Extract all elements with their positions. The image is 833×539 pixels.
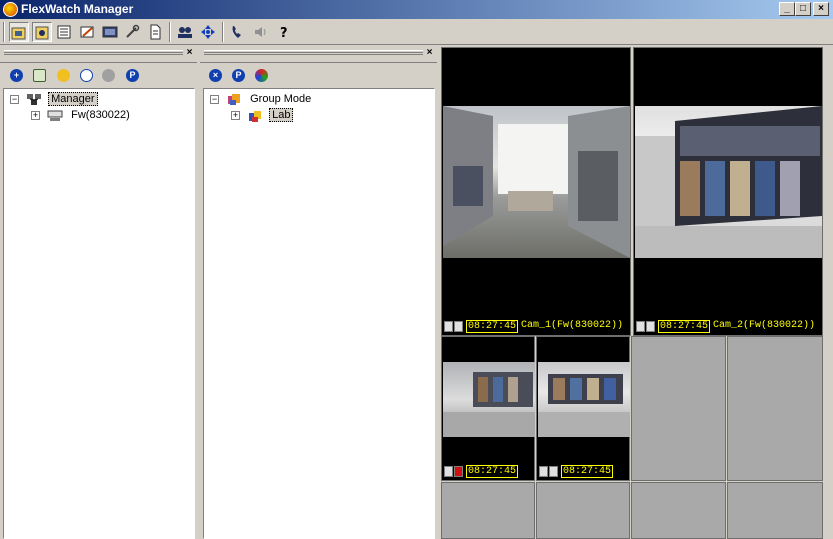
camera-feed <box>538 362 630 437</box>
toolbar-separator <box>222 22 224 42</box>
video-grid: 08:27:45 Cam_1(Fw(830022)) 08:27:45 Cam_2(… <box>438 46 833 539</box>
properties-icon[interactable]: P <box>126 69 139 82</box>
group-mode-icon[interactable] <box>32 22 52 42</box>
group-tree: − Group Mode + Lab <box>203 88 435 539</box>
record-icon[interactable] <box>444 321 453 332</box>
tree-node-lab[interactable]: + Lab <box>231 107 294 123</box>
cell-camera-name: Cam_1(Fw(830022)) <box>521 320 624 331</box>
sensor-icon[interactable] <box>549 466 558 477</box>
video-cell-empty[interactable] <box>536 482 630 539</box>
pane-close-button[interactable]: × <box>424 46 435 59</box>
cell-status-bar: 08:27:45 Cam_2(Fw(830022)) <box>636 320 820 333</box>
cell-camera-name: Cam_2(Fw(830022)) <box>713 320 816 331</box>
pane-grip[interactable] <box>204 50 423 55</box>
collapse-toggle[interactable]: − <box>10 94 19 104</box>
screen-icon[interactable] <box>100 22 120 42</box>
connect-icon[interactable] <box>102 69 115 82</box>
expand-toggle[interactable]: + <box>31 110 40 120</box>
title-bar: FlexWatch Manager _ □ × <box>0 0 833 19</box>
user-group-icon[interactable] <box>175 22 195 42</box>
camera-feed <box>443 362 535 437</box>
manager-icon <box>27 94 42 106</box>
collapse-toggle[interactable]: − <box>210 94 219 104</box>
sensor-icon[interactable] <box>646 321 655 332</box>
pane-close-button[interactable]: × <box>184 46 195 59</box>
minimize-button[interactable]: _ <box>779 2 795 16</box>
pane-toolbar: × P <box>200 62 437 88</box>
cell-status-bar: 08:27:45 <box>539 465 627 478</box>
toolbar-grip <box>3 22 5 42</box>
refresh-icon[interactable] <box>255 69 268 82</box>
video-cell-cam1[interactable]: 08:27:45 Cam_1(Fw(830022)) <box>441 47 631 336</box>
group-icon <box>249 111 262 123</box>
tools-icon[interactable] <box>122 22 142 42</box>
pane-header: × <box>200 46 437 60</box>
list-view-icon[interactable] <box>54 22 74 42</box>
camera-feed <box>635 106 822 258</box>
cell-time: 08:27:45 <box>466 320 519 333</box>
group-mode-icon <box>228 94 241 106</box>
video-frame-image <box>443 106 630 258</box>
delete-icon[interactable]: × <box>209 69 222 82</box>
tree-label: Manager <box>48 92 98 107</box>
alarm-icon[interactable] <box>454 466 463 477</box>
site-tree: − Manager + Fw(830022) <box>3 88 195 539</box>
close-button[interactable]: × <box>813 2 829 16</box>
help-icon[interactable]: ? <box>274 22 294 42</box>
edit-icon[interactable] <box>77 22 97 42</box>
toolbar-separator <box>169 22 171 42</box>
main-toolbar: ? <box>0 19 833 45</box>
tree-label: Group Mode <box>250 93 312 106</box>
video-frame-image <box>538 374 630 437</box>
cell-status-bar: 08:27:45 Cam_1(Fw(830022)) <box>444 320 628 333</box>
video-cell-empty[interactable] <box>727 336 823 481</box>
cell-status-bar: 08:27:45 <box>444 465 532 478</box>
sensor-icon[interactable] <box>454 321 463 332</box>
zoom-icon[interactable] <box>80 69 93 82</box>
pane-grip[interactable] <box>4 50 183 55</box>
expand-toggle[interactable]: + <box>231 110 240 120</box>
server-icon <box>47 110 63 122</box>
video-frame-image <box>443 372 535 437</box>
tree-label: Fw(830022) <box>71 109 130 122</box>
group-tree-pane: × × P − Group Mode + Lab <box>200 46 437 539</box>
tree-node-device[interactable]: + Fw(830022) <box>31 107 132 123</box>
maximize-button[interactable]: □ <box>795 2 811 16</box>
video-cell-empty[interactable] <box>727 482 823 539</box>
phone-icon[interactable] <box>228 22 248 42</box>
video-cell-cam3[interactable]: 08:27:45 <box>441 336 535 481</box>
record-icon[interactable] <box>444 466 453 477</box>
cell-time: 08:27:45 <box>466 465 519 478</box>
window-title: FlexWatch Manager <box>21 2 134 16</box>
cell-time: 08:27:45 <box>658 320 711 333</box>
cell-time: 08:27:45 <box>561 465 614 478</box>
tree-node-manager[interactable]: − Manager <box>10 91 98 107</box>
camera-feed <box>443 106 630 258</box>
video-cell-empty[interactable] <box>631 482 726 539</box>
ptz-move-icon[interactable] <box>198 22 218 42</box>
search-device-icon[interactable] <box>57 69 70 82</box>
tree-node-group-mode[interactable]: − Group Mode <box>210 91 313 107</box>
video-cell-empty[interactable] <box>631 336 726 481</box>
add-icon[interactable]: + <box>10 69 23 82</box>
record-icon[interactable] <box>636 321 645 332</box>
add-site-icon[interactable] <box>33 69 46 82</box>
app-logo-icon <box>3 2 18 17</box>
video-cell-cam4[interactable]: 08:27:45 <box>536 336 630 481</box>
site-tree-pane: × + P − Manager + Fw(830022) <box>0 46 197 539</box>
pane-header: × <box>0 46 197 60</box>
speaker-icon[interactable] <box>251 22 271 42</box>
properties-icon[interactable]: P <box>232 69 245 82</box>
pane-toolbar: + P <box>0 62 197 88</box>
video-frame-image <box>635 106 822 258</box>
video-cell-cam2[interactable]: 08:27:45 Cam_2(Fw(830022)) <box>633 47 823 336</box>
document-icon[interactable] <box>145 22 165 42</box>
site-manager-icon[interactable] <box>9 22 29 42</box>
video-cell-empty[interactable] <box>441 482 535 539</box>
svg-text:?: ? <box>280 26 288 40</box>
record-icon[interactable] <box>539 466 548 477</box>
tree-label: Lab <box>269 108 294 123</box>
